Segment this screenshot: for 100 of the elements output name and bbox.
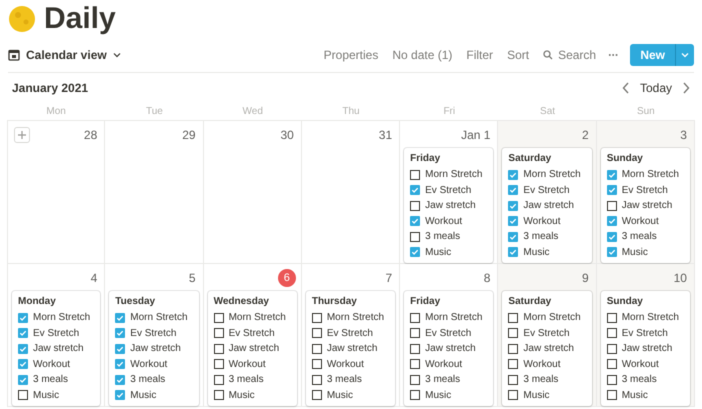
- toolbar-button[interactable]: No date (1): [392, 46, 452, 64]
- checkbox[interactable]: [410, 344, 420, 354]
- checkbox[interactable]: [410, 312, 420, 323]
- checkbox[interactable]: [508, 185, 518, 196]
- checkbox[interactable]: [410, 200, 420, 211]
- day-card[interactable]: Wednesday Morn Stretch Ev Stretch Jaw stretch Workout 3 meals Music: [208, 291, 297, 406]
- checkbox[interactable]: [508, 216, 518, 226]
- toolbar-button[interactable]: Filter: [466, 46, 494, 64]
- checkbox[interactable]: [410, 216, 420, 226]
- checkbox[interactable]: [606, 216, 617, 226]
- checkbox-label: Music: [622, 246, 648, 260]
- previous-icon[interactable]: [622, 82, 630, 94]
- checkbox[interactable]: [214, 328, 224, 338]
- checkbox[interactable]: [606, 390, 617, 400]
- checkbox[interactable]: [508, 390, 518, 400]
- day-card[interactable]: Tuesday Morn Stretch Ev Stretch Jaw stretch Workout 3 meals Music: [109, 291, 199, 406]
- checkbox[interactable]: [18, 328, 28, 338]
- toolbar-button[interactable]: Properties: [324, 46, 378, 64]
- checkbox[interactable]: [410, 328, 420, 338]
- day-card[interactable]: Thursday Morn Stretch Ev Stretch Jaw stretch Workout 3 meals Music: [306, 291, 396, 406]
- checkbox[interactable]: [606, 247, 617, 258]
- checkbox[interactable]: [410, 247, 420, 258]
- checkbox[interactable]: [214, 359, 224, 370]
- checkbox[interactable]: [115, 328, 126, 338]
- checkbox[interactable]: [115, 374, 126, 385]
- add-button[interactable]: [14, 127, 30, 143]
- checkbox[interactable]: [312, 312, 322, 323]
- checkbox[interactable]: [606, 170, 617, 180]
- checkbox[interactable]: [606, 374, 617, 385]
- date-number: 5: [188, 270, 197, 287]
- checkbox[interactable]: [214, 374, 224, 385]
- checkbox[interactable]: [115, 390, 126, 400]
- checkbox[interactable]: [18, 390, 28, 400]
- checkbox-label: Jaw stretch: [523, 199, 574, 214]
- checkbox-label: Workout: [425, 214, 462, 229]
- day-card[interactable]: Sunday Morn Stretch Ev Stretch Jaw stretch Workout 3 meals Music: [600, 148, 690, 263]
- checkbox[interactable]: [606, 185, 617, 196]
- search-button[interactable]: Search: [543, 46, 596, 64]
- checkbox[interactable]: [18, 344, 28, 354]
- checkbox[interactable]: [508, 328, 518, 338]
- checkbox[interactable]: [410, 185, 420, 196]
- toolbar-button[interactable]: Sort: [507, 46, 530, 64]
- checkbox[interactable]: [508, 359, 518, 370]
- checkbox-label: Jaw stretch: [33, 342, 84, 356]
- weekday-label: Thu: [342, 104, 360, 118]
- checkbox[interactable]: [606, 359, 617, 370]
- checkbox[interactable]: [18, 312, 28, 323]
- day-card[interactable]: Friday Morn Stretch Ev Stretch Jaw stretch Workout 3 meals Music: [404, 291, 494, 406]
- checkbox-label: Ev Stretch: [622, 184, 668, 198]
- checkbox-label: Music: [523, 246, 550, 260]
- view-selector[interactable]: Calendar view: [8, 46, 121, 64]
- checkbox[interactable]: [214, 390, 224, 400]
- checkbox[interactable]: [115, 359, 126, 370]
- day-card[interactable]: Saturday Morn Stretch Ev Stretch Jaw stretch Workout 3 meals Music: [502, 148, 592, 263]
- checkbox[interactable]: [410, 170, 420, 180]
- day-card[interactable]: Friday Morn Stretch Ev Stretch Jaw stretch Workout 3 meals Music: [404, 148, 494, 263]
- checkbox[interactable]: [606, 232, 617, 242]
- checkbox[interactable]: [312, 374, 322, 385]
- checkbox[interactable]: [214, 312, 224, 323]
- today-button[interactable]: Today: [640, 78, 672, 96]
- checkbox-label: Workout: [326, 358, 364, 372]
- checkbox[interactable]: [18, 374, 28, 385]
- checkbox[interactable]: [410, 359, 420, 370]
- day-card[interactable]: Monday Morn Stretch Ev Stretch Jaw stretch Workout 3 meals Music: [12, 291, 100, 406]
- checkbox[interactable]: [606, 312, 617, 323]
- checkbox[interactable]: [508, 170, 518, 180]
- checkbox-label: 3 meals: [425, 230, 460, 244]
- checkbox-label: Music: [130, 388, 156, 403]
- checkbox[interactable]: [508, 344, 518, 354]
- checkbox[interactable]: [410, 390, 420, 400]
- checkbox-label: 3 meals: [523, 373, 558, 388]
- date-number: 31: [378, 127, 394, 144]
- checkbox[interactable]: [115, 344, 126, 354]
- more-button[interactable]: ···: [608, 46, 618, 64]
- day-card[interactable]: Saturday Morn Stretch Ev Stretch Jaw stretch Workout 3 meals Music: [502, 291, 592, 406]
- day-card[interactable]: Sunday Morn Stretch Ev Stretch Jaw stretch Workout 3 meals Music: [600, 291, 690, 406]
- checkbox[interactable]: [18, 359, 28, 370]
- checkbox[interactable]: [508, 200, 518, 211]
- checkbox[interactable]: [508, 232, 518, 242]
- checkbox[interactable]: [508, 312, 518, 323]
- checkbox[interactable]: [606, 200, 617, 211]
- checkbox[interactable]: [508, 247, 518, 258]
- checkbox[interactable]: [115, 312, 126, 323]
- checkbox[interactable]: [508, 374, 518, 385]
- checkbox[interactable]: [312, 359, 322, 370]
- checkbox[interactable]: [606, 328, 617, 338]
- next-icon[interactable]: [682, 82, 690, 94]
- checkbox[interactable]: [312, 344, 322, 354]
- page-title: Daily: [44, 4, 116, 34]
- checkbox[interactable]: [410, 232, 420, 242]
- date-number: 29: [182, 127, 197, 144]
- checkbox[interactable]: [312, 328, 322, 338]
- checkbox[interactable]: [606, 344, 617, 354]
- checkbox-label: Ev Stretch: [622, 326, 668, 341]
- checkbox-label: Workout: [425, 358, 462, 372]
- checkbox[interactable]: [312, 390, 322, 400]
- date-number: Jan 1: [461, 127, 492, 144]
- weekday-label: Mon: [46, 104, 66, 118]
- checkbox[interactable]: [410, 374, 420, 385]
- checkbox[interactable]: [214, 344, 224, 354]
